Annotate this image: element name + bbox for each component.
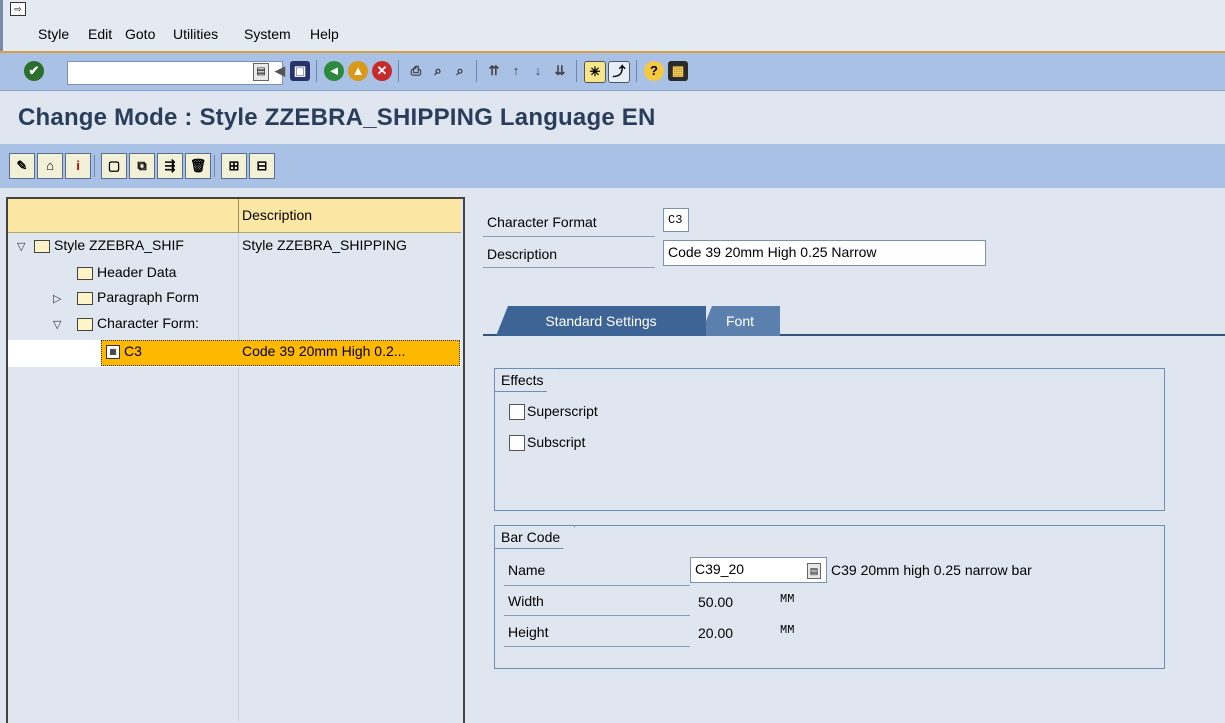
subscript-checkbox[interactable] [509,435,525,451]
back-icon[interactable]: ◀ [270,61,290,81]
menu-help[interactable]: Help [310,26,339,42]
execute-icon[interactable]: ⇶ [157,153,183,179]
tree-node-c3-label: ▦ C3 [106,343,142,360]
tree-node-header-data[interactable]: Header Data [77,264,176,280]
barcode-group-title: Bar Code [495,526,575,549]
tree-header [8,199,461,233]
barcode-width-unit: MM [780,592,795,606]
char-format-label: Character Format [487,214,597,230]
barcode-height-label: Height [508,624,549,640]
command-field[interactable] [67,61,283,85]
menu-utilities[interactable]: Utilities [173,26,218,42]
row-underline [483,267,655,268]
row-underline [504,646,690,647]
tab-standard-settings[interactable]: Standard Settings [496,306,706,336]
exit-nav-icon[interactable]: ▲ [348,61,368,81]
value-help-icon[interactable]: ▤ [807,563,821,579]
menu-edit[interactable]: Edit [88,26,112,42]
barcode-group [494,525,1165,669]
delete-icon[interactable]: 🗑 [185,153,211,179]
print-icon[interactable]: ⎙ [406,61,426,81]
tree-column-divider [238,199,239,721]
barcode-height-value: 20.00 [698,625,734,641]
folder-icon [77,291,93,305]
expand-arrow-icon[interactable]: ▷ [53,292,61,305]
open-folder-icon [77,317,93,331]
command-history-icon[interactable]: ▤ [253,63,269,81]
tree-node-style-desc: Style ZZEBRA_SHIPPING [242,237,407,253]
folder-icon [34,239,50,253]
help-icon[interactable]: ? [644,61,664,81]
collapse-arrow-icon[interactable]: ▽ [53,318,61,331]
info-icon[interactable]: i [65,153,91,179]
tab-font[interactable]: Font [700,306,780,336]
barcode-width-value: 50.00 [698,594,734,610]
next-page-icon[interactable]: ↓ [528,61,548,81]
tree-header-divider [238,199,239,232]
cancel-icon[interactable]: ✕ [372,61,392,81]
barcode-height-unit: MM [780,623,795,637]
navigation-tree [6,197,465,723]
row-underline [504,585,690,586]
enter-icon[interactable]: ✔ [24,61,44,81]
create-session-icon[interactable]: ✳ [584,61,606,83]
find-next-icon[interactable]: ⌕ [450,61,470,81]
application-toolbar [0,144,1225,188]
menu-style[interactable]: Style [38,26,69,42]
page-title: Change Mode : Style ZZEBRA_SHIPPING Lang… [18,104,656,131]
subscript-label: Subscript [527,434,586,450]
tree-node-paragraph-formats[interactable]: Paragraph Form [77,289,199,305]
collapse-arrow-icon[interactable]: ▽ [17,240,25,253]
window-edge [0,0,3,52]
collapse-icon[interactable]: ⊟ [249,153,275,179]
last-page-icon[interactable]: ⇊ [550,61,570,81]
expand-icon[interactable]: ⊞ [221,153,247,179]
shortcut-icon[interactable]: ⤴ [608,61,630,83]
find-icon[interactable]: ⌕ [428,61,448,81]
tree-node-c3-desc: Code 39 20mm High 0.2... [242,343,406,359]
barcode-width-label: Width [508,593,544,609]
display-change-icon[interactable]: ✎ [9,153,35,179]
row-underline [504,615,690,616]
barcode-name-label: Name [508,562,546,578]
back-nav-icon[interactable]: ◄ [324,61,344,81]
create-icon[interactable]: ▢ [101,153,127,179]
menu-system[interactable]: System [244,26,291,42]
superscript-label: Superscript [527,403,598,419]
barcode-name-desc: C39 20mm high 0.25 narrow bar [831,562,1032,578]
effects-group [494,368,1165,511]
description-label: Description [487,246,558,262]
layout-icon[interactable]: ▦ [668,61,688,81]
char-format-field: C3 [663,208,689,232]
exit-icon[interactable]: ⇨ [10,2,26,16]
save-icon[interactable]: ▣ [290,61,310,81]
prev-page-icon[interactable]: ↑ [506,61,526,81]
copy-icon[interactable]: ⧉ [129,153,155,179]
row-underline [483,236,655,237]
document-icon: ▦ [106,345,120,360]
first-page-icon[interactable]: ⇈ [484,61,504,81]
superscript-checkbox[interactable] [509,404,525,420]
folder-icon [77,266,93,280]
tree-node-character-formats[interactable]: Character Form: [77,315,199,331]
header-icon[interactable]: ⌂ [37,153,63,179]
tree-node-style[interactable]: Style ZZEBRA_SHIF [34,237,184,253]
tree-column-description[interactable]: Description [242,207,312,223]
menu-goto[interactable]: Goto [125,26,155,42]
description-field[interactable]: Code 39 20mm High 0.25 Narrow [663,240,986,266]
